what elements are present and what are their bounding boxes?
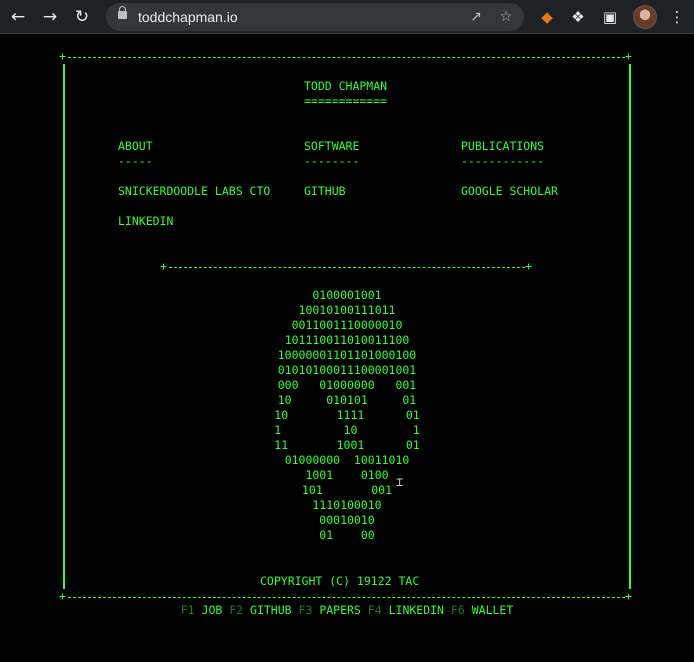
menu-kebab-icon[interactable]: ⋮ [667, 7, 687, 27]
fkey-code: F4 [367, 603, 382, 617]
frame-corner-bottom-left: + [59, 589, 66, 603]
binary-ascii-portrait: 0100001001 10010100111011 00110011100000… [0, 288, 694, 543]
ascii-art-line: 000 01000000 001 [277, 378, 417, 392]
ascii-art-line: 10 010101 01 [277, 393, 417, 407]
url-text[interactable]: toddchapman.io [138, 9, 238, 25]
ascii-art-line: 11 1001 01 [274, 438, 420, 452]
metamask-fox-icon[interactable]: ◆ [537, 7, 557, 27]
ascii-art-line: 10000001101101000100 [277, 348, 417, 362]
ascii-art-line: 01000000 10011010 [284, 453, 410, 467]
frame-corner-bottom-right: + [625, 589, 632, 603]
link-linkedin[interactable]: LINKEDIN [118, 214, 173, 229]
ascii-art-line: 01 00 [319, 528, 375, 542]
section-underline-software: -------- [304, 154, 360, 168]
ascii-art-line: 10010100111011 [298, 303, 396, 317]
fkey-job[interactable]: JOB [202, 603, 223, 617]
frame-corner-top-right: + [625, 49, 632, 63]
frame-corner-top-left: + [59, 49, 66, 63]
reload-icon[interactable]: ↻ [71, 6, 93, 28]
fkey-github[interactable]: GITHUB [250, 603, 292, 617]
site-title: TODD CHAPMAN [304, 79, 388, 93]
section-underline-about: ----- [118, 154, 153, 168]
fkey-papers[interactable]: PAPERS [319, 603, 361, 617]
fkey-code: F2 [229, 603, 244, 617]
copyright-text: COPYRIGHT (C) 19122 TAC [260, 574, 420, 588]
ascii-art-line: 00010010 [319, 513, 375, 527]
fkey-wallet[interactable]: WALLET [472, 603, 514, 617]
frame-top-border [68, 57, 625, 58]
address-bar[interactable]: toddchapman.io ↗ ☆ [106, 3, 524, 31]
divider-corner-left: + [160, 259, 167, 273]
fkey-code: F1 [180, 603, 195, 617]
ascii-art-line: 101 001 [301, 483, 392, 497]
fkey-linkedin[interactable]: LINKEDIN [389, 603, 444, 617]
section-divider [169, 267, 525, 268]
link-snickerdoodle-labs[interactable]: SNICKERDOODLE LABS CTO [118, 184, 270, 199]
side-panel-icon[interactable]: ▣ [600, 7, 620, 27]
profile-avatar[interactable] [633, 5, 657, 29]
ascii-art-line: 10 1111 01 [274, 408, 420, 422]
ascii-art-line: 01010100011100001001 [277, 363, 417, 377]
browser-toolbar: ← → ↻ toddchapman.io ↗ ☆ ◆ ❖ ▣ ⋮ [0, 0, 694, 34]
text-cursor-icon: ⌶ [396, 475, 404, 489]
extensions-puzzle-icon[interactable]: ❖ [568, 7, 588, 27]
share-icon[interactable]: ↗ [466, 7, 486, 27]
ascii-art-line: 0100001001 [312, 288, 382, 302]
link-github[interactable]: GITHUB [304, 184, 346, 199]
fkey-code: F3 [298, 603, 313, 617]
section-heading-software: SOFTWARE [304, 139, 360, 153]
lock-icon[interactable] [118, 6, 127, 19]
ascii-art-line: 101110011010011100 [284, 333, 410, 347]
ascii-art-line: 0011001110000010 [291, 318, 403, 332]
function-key-bar: F1 JOB F2 GITHUB F3 PAPERS F4 LINKEDIN F… [0, 603, 694, 618]
back-arrow-icon[interactable]: ← [7, 6, 29, 28]
forward-arrow-icon[interactable]: → [39, 6, 61, 28]
section-underline-publications: ------------ [461, 154, 545, 168]
divider-corner-right: + [525, 259, 532, 273]
ascii-art-line: 1 10 1 [274, 423, 420, 437]
title-underline: ============ [304, 94, 388, 108]
fkey-code: F6 [450, 603, 465, 617]
frame-bottom-border [68, 597, 625, 598]
page-content: + + + + TODD CHAPMAN ============ ABOUT … [0, 34, 694, 662]
ascii-art-line: 1001 0100 [305, 468, 389, 482]
section-heading-publications: PUBLICATIONS [461, 139, 545, 153]
section-heading-about: ABOUT [118, 139, 153, 153]
ascii-art-line: 1110100010 [312, 498, 382, 512]
link-google-scholar[interactable]: GOOGLE SCHOLAR [461, 184, 558, 199]
bookmark-star-icon[interactable]: ☆ [496, 7, 516, 27]
